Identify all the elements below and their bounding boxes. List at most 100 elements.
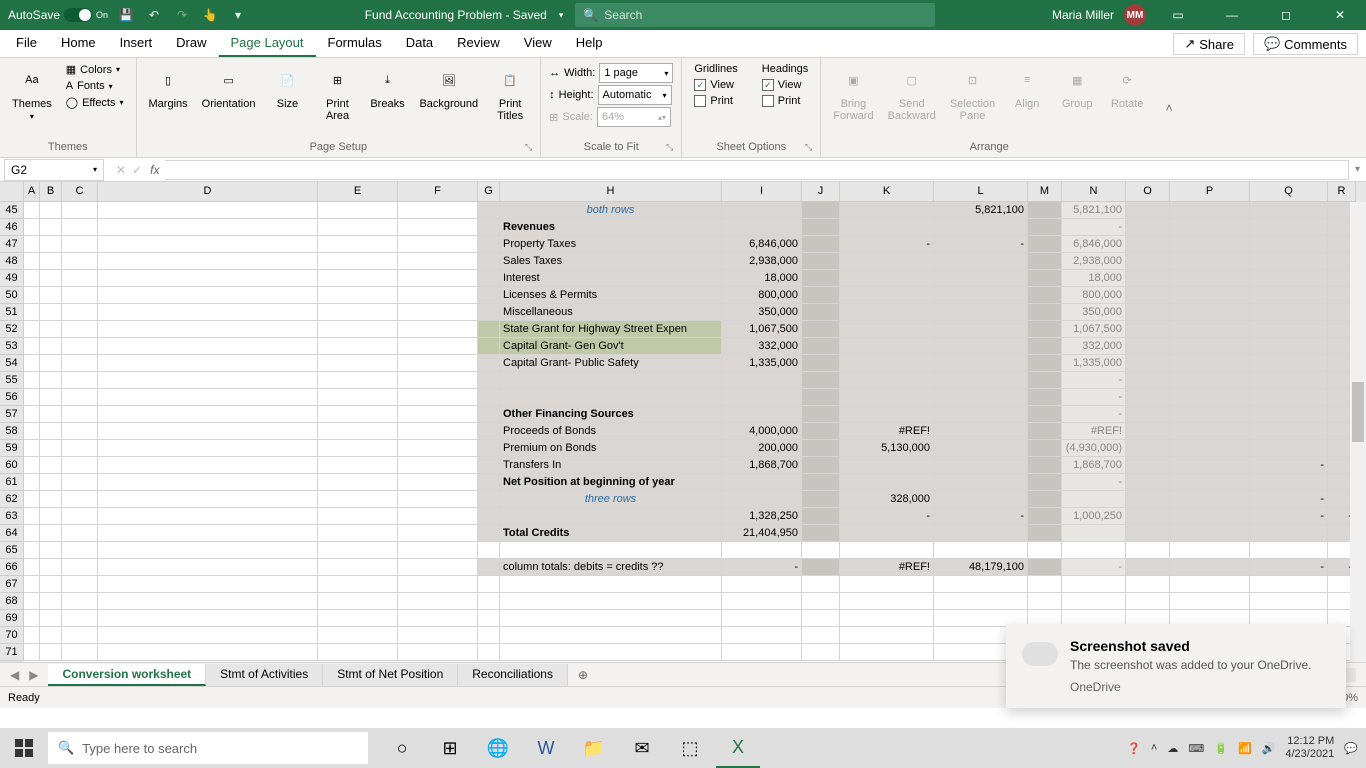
cell-L65[interactable] [934, 542, 1028, 559]
cell-P46[interactable] [1170, 219, 1250, 236]
cell-K67[interactable] [840, 576, 934, 593]
width-combo[interactable]: 1 page▾ [599, 63, 673, 83]
col-header-R[interactable]: R [1328, 182, 1356, 202]
cell-N61[interactable]: - [1062, 474, 1126, 491]
cell-L55[interactable] [934, 372, 1028, 389]
cell-D69[interactable] [98, 610, 318, 627]
cell-H49[interactable]: Interest [500, 270, 722, 287]
cell-P62[interactable] [1170, 491, 1250, 508]
row-header-69[interactable]: 69 [0, 610, 24, 627]
cell-F57[interactable] [398, 406, 478, 423]
save-icon[interactable]: 💾 [116, 5, 136, 25]
cell-K62[interactable]: 328,000 [840, 491, 934, 508]
cell-B70[interactable] [40, 627, 62, 644]
cell-O60[interactable] [1126, 457, 1170, 474]
cell-J55[interactable] [802, 372, 840, 389]
cell-G58[interactable] [478, 423, 500, 440]
cell-K53[interactable] [840, 338, 934, 355]
cell-F68[interactable] [398, 593, 478, 610]
cell-I49[interactable]: 18,000 [722, 270, 802, 287]
cell-E63[interactable] [318, 508, 398, 525]
cell-J70[interactable] [802, 627, 840, 644]
cell-G70[interactable] [478, 627, 500, 644]
row-header-61[interactable]: 61 [0, 474, 24, 491]
touch-mode-icon[interactable]: 👆 [200, 5, 220, 25]
col-header-K[interactable]: K [840, 182, 934, 202]
cell-G47[interactable] [478, 236, 500, 253]
cell-B47[interactable] [40, 236, 62, 253]
tab-formulas[interactable]: Formulas [316, 30, 394, 57]
cell-A71[interactable] [24, 644, 40, 661]
cell-I47[interactable]: 6,846,000 [722, 236, 802, 253]
cell-P54[interactable] [1170, 355, 1250, 372]
cell-P63[interactable] [1170, 508, 1250, 525]
cell-O47[interactable] [1126, 236, 1170, 253]
cell-O59[interactable] [1126, 440, 1170, 457]
clock[interactable]: 12:12 PM4/23/2021 [1285, 735, 1334, 761]
cell-I60[interactable]: 1,868,700 [722, 457, 802, 474]
cell-O50[interactable] [1126, 287, 1170, 304]
gridlines-view-check[interactable]: View [690, 78, 741, 92]
cell-I48[interactable]: 2,938,000 [722, 253, 802, 270]
cell-F59[interactable] [398, 440, 478, 457]
cell-N67[interactable] [1062, 576, 1126, 593]
background-button[interactable]: 🖼Background [415, 62, 482, 112]
cell-J46[interactable] [802, 219, 840, 236]
cell-J68[interactable] [802, 593, 840, 610]
formula-input[interactable] [165, 160, 1349, 180]
cell-A55[interactable] [24, 372, 40, 389]
cell-L59[interactable] [934, 440, 1028, 457]
cell-K69[interactable] [840, 610, 934, 627]
cells-area[interactable]: both rows5,821,1005,821,100Revenues-Prop… [24, 202, 1366, 662]
cell-F55[interactable] [398, 372, 478, 389]
cell-F69[interactable] [398, 610, 478, 627]
cell-E49[interactable] [318, 270, 398, 287]
cell-J58[interactable] [802, 423, 840, 440]
cell-N53[interactable]: 332,000 [1062, 338, 1126, 355]
cell-N64[interactable] [1062, 525, 1126, 542]
cell-Q55[interactable] [1250, 372, 1328, 389]
cell-B53[interactable] [40, 338, 62, 355]
cell-M66[interactable] [1028, 559, 1062, 576]
cell-P45[interactable] [1170, 202, 1250, 219]
cell-G50[interactable] [478, 287, 500, 304]
cell-G53[interactable] [478, 338, 500, 355]
row-header-58[interactable]: 58 [0, 423, 24, 440]
cell-J57[interactable] [802, 406, 840, 423]
cell-E46[interactable] [318, 219, 398, 236]
cell-H60[interactable]: Transfers In [500, 457, 722, 474]
cell-K64[interactable] [840, 525, 934, 542]
chrome-icon[interactable]: 🌐 [476, 728, 520, 768]
cell-B65[interactable] [40, 542, 62, 559]
cell-D51[interactable] [98, 304, 318, 321]
row-header-57[interactable]: 57 [0, 406, 24, 423]
cell-H71[interactable] [500, 644, 722, 661]
taskbar-search[interactable]: 🔍Type here to search [48, 732, 368, 764]
cell-E45[interactable] [318, 202, 398, 219]
tab-review[interactable]: Review [445, 30, 512, 57]
cell-M54[interactable] [1028, 355, 1062, 372]
cell-O48[interactable] [1126, 253, 1170, 270]
cell-E54[interactable] [318, 355, 398, 372]
cell-L45[interactable]: 5,821,100 [934, 202, 1028, 219]
row-header-46[interactable]: 46 [0, 219, 24, 236]
sheet-nav-next-icon[interactable]: ▶ [29, 668, 38, 682]
cell-P55[interactable] [1170, 372, 1250, 389]
cell-H61[interactable]: Net Position at beginning of year [500, 474, 722, 491]
cell-P49[interactable] [1170, 270, 1250, 287]
cell-A48[interactable] [24, 253, 40, 270]
cell-M45[interactable] [1028, 202, 1062, 219]
cell-J66[interactable] [802, 559, 840, 576]
cell-Q64[interactable] [1250, 525, 1328, 542]
cell-B50[interactable] [40, 287, 62, 304]
row-header-50[interactable]: 50 [0, 287, 24, 304]
cell-E52[interactable] [318, 321, 398, 338]
cell-I66[interactable]: - [722, 559, 802, 576]
cell-B54[interactable] [40, 355, 62, 372]
cell-I62[interactable] [722, 491, 802, 508]
cell-L52[interactable] [934, 321, 1028, 338]
cell-O55[interactable] [1126, 372, 1170, 389]
cell-C57[interactable] [62, 406, 98, 423]
cell-I70[interactable] [722, 627, 802, 644]
cell-K46[interactable] [840, 219, 934, 236]
